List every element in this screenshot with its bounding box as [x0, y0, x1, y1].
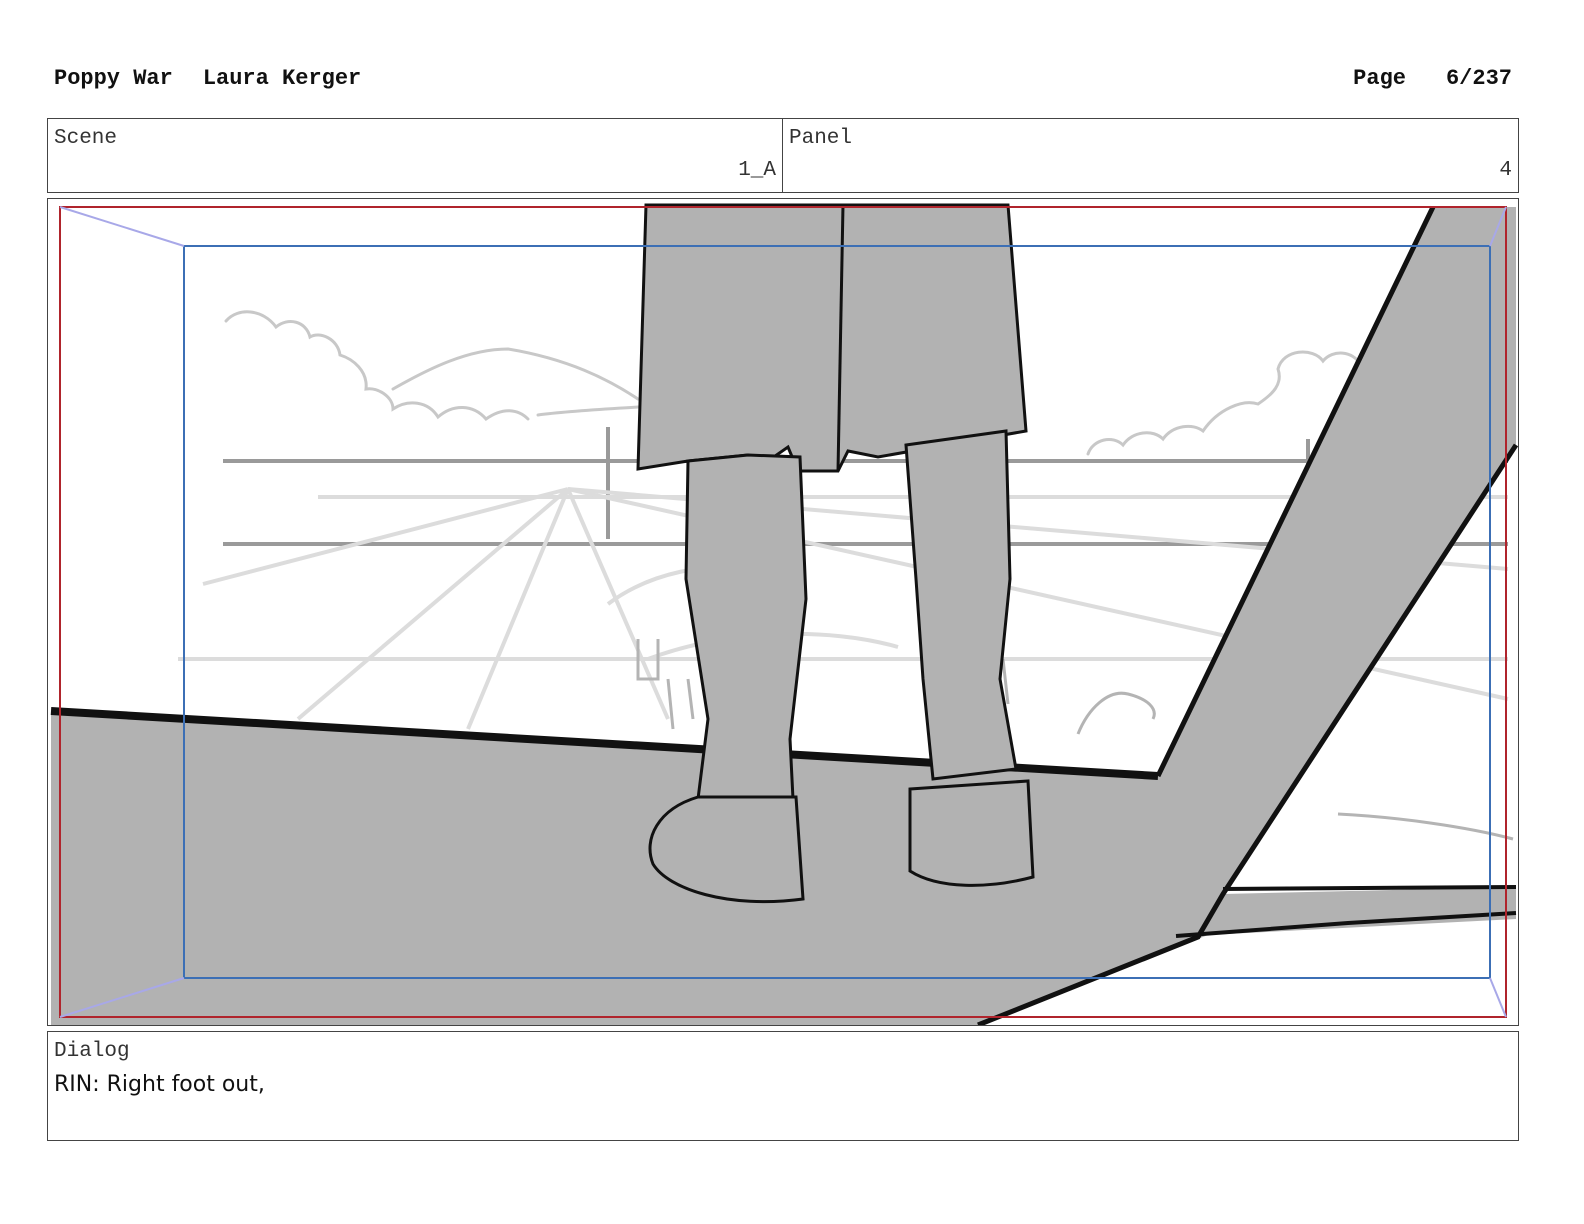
- page-label: Page: [1353, 66, 1406, 91]
- storyboard-panel-artwork: [47, 198, 1519, 1026]
- scene-label: Scene: [54, 127, 118, 150]
- scene-value: 1_A: [738, 159, 776, 182]
- story-title: Poppy War: [54, 66, 173, 91]
- author-name: Laura Kerger: [202, 66, 362, 91]
- dialog-field: Dialog RIN: Right foot out,: [47, 1031, 1519, 1141]
- storyboard-sketch: [50, 203, 1518, 1025]
- dialog-text: RIN: Right foot out,: [54, 1072, 265, 1097]
- panel-label: Panel: [789, 127, 853, 150]
- scene-field: Scene 1_A: [47, 118, 783, 193]
- panel-value: 4: [1499, 159, 1512, 182]
- page-indicator: Page 6/237: [1353, 66, 1512, 91]
- dialog-label: Dialog: [54, 1040, 130, 1063]
- page-number: 6/237: [1445, 66, 1512, 91]
- header-title-block: Poppy War Laura Kerger: [54, 66, 361, 91]
- panel-field: Panel 4: [782, 118, 1519, 193]
